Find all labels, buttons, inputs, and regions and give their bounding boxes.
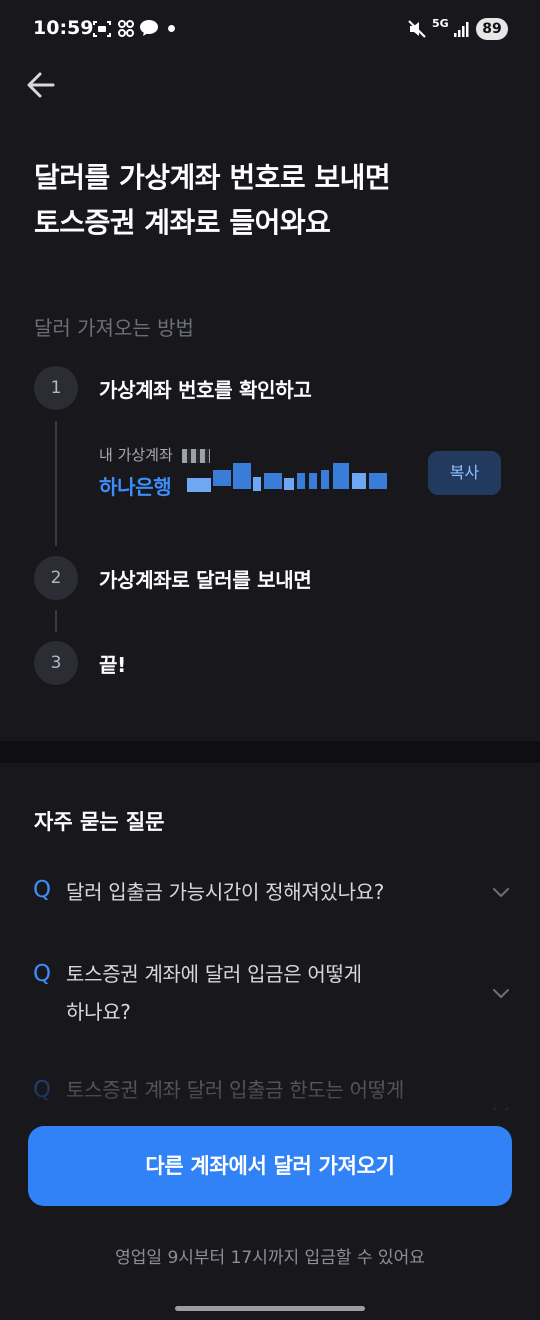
step-text-2: 가상계좌로 달러를 보내면 bbox=[99, 568, 312, 592]
step-text-3: 끝! bbox=[99, 653, 126, 677]
import-dollars-button[interactable]: 다른 계좌에서 달러 가져오기 bbox=[28, 1126, 512, 1206]
back-button[interactable] bbox=[22, 66, 62, 106]
app-icon bbox=[118, 20, 134, 37]
faq-question-line-1: 토스증권 계좌에 달러 입금은 어떻게 bbox=[66, 962, 362, 986]
network-type: 5G bbox=[432, 17, 449, 30]
faq-q-mark: Q bbox=[33, 877, 52, 903]
status-bar: 10:59 5G 89 bbox=[0, 0, 540, 60]
step-connector bbox=[55, 610, 57, 632]
battery-indicator: 89 bbox=[476, 18, 508, 40]
status-time: 10:59 bbox=[33, 17, 94, 39]
chevron-down-icon bbox=[493, 989, 509, 998]
step-number-3: 3 bbox=[34, 641, 78, 685]
how-to-label: 달러 가져오는 방법 bbox=[34, 316, 194, 340]
virtual-account-caption: 내 가상계좌 bbox=[99, 444, 210, 465]
screen: 10:59 5G 89 달러를 가상계좌 번호로 보내면 토스증권 계좌로 들어… bbox=[0, 0, 540, 1320]
masked-name bbox=[181, 448, 210, 463]
page-title: 달러를 가상계좌 번호로 보내면 토스증권 계좌로 들어와요 bbox=[34, 155, 514, 245]
deposit-hours-note: 영업일 9시부터 17시까지 입금할 수 있어요 bbox=[115, 1248, 425, 1268]
step-number-1: 1 bbox=[34, 366, 78, 410]
chevron-down-icon bbox=[493, 888, 509, 897]
faq-item[interactable]: Q 달러 입출금 가능시간이 정해져있나요? bbox=[0, 868, 540, 918]
virtual-account-number: 하나은행 bbox=[99, 471, 172, 500]
arrow-left-icon bbox=[27, 72, 55, 98]
screenshot-icon bbox=[93, 21, 111, 37]
faq-item[interactable]: Q 토스증권 계좌에 달러 입금은 어떻게 하나요? bbox=[0, 950, 540, 1034]
virtual-account-caption-text: 내 가상계좌 bbox=[99, 446, 173, 464]
section-divider bbox=[0, 741, 540, 763]
copy-button[interactable]: 복사 bbox=[428, 451, 501, 495]
faq-q-mark: Q bbox=[33, 961, 52, 987]
faq-question: 달러 입출금 가능시간이 정해져있나요? bbox=[66, 880, 385, 904]
home-indicator[interactable] bbox=[175, 1306, 365, 1311]
step-number-2: 2 bbox=[34, 556, 78, 600]
page-title-line-2: 토스증권 계좌로 들어와요 bbox=[34, 206, 331, 239]
step-text-1: 가상계좌 번호를 확인하고 bbox=[99, 378, 312, 402]
account-bank-name: 하나은행 bbox=[99, 475, 172, 499]
mute-icon bbox=[408, 20, 426, 38]
faq-title: 자주 묻는 질문 bbox=[34, 810, 165, 834]
step-connector bbox=[55, 421, 57, 546]
notification-dot bbox=[168, 25, 175, 32]
faq-question-line-2: 하나요? bbox=[66, 1000, 131, 1024]
page-title-line-1: 달러를 가상계좌 번호로 보내면 bbox=[34, 161, 391, 194]
signal-icon bbox=[454, 22, 469, 37]
talk-icon bbox=[140, 20, 158, 36]
